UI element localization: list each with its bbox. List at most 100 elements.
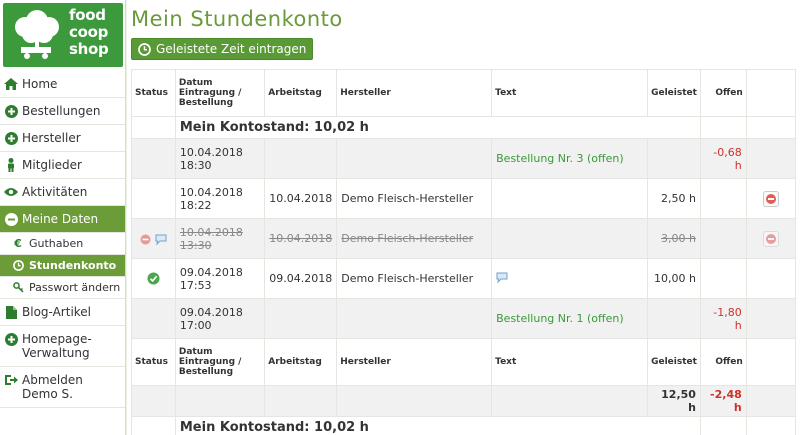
sidebar-item-label: Mitglieder xyxy=(22,158,82,172)
sidebar-item-mitglieder[interactable]: Mitglieder xyxy=(0,152,125,179)
col-geleistet: Geleistet xyxy=(647,69,701,117)
comment-icon[interactable] xyxy=(155,234,167,245)
cell-empty xyxy=(131,416,176,435)
sidebar-subitem-passwort[interactable]: Passwort ändern xyxy=(0,277,125,299)
order-link[interactable]: Bestellung Nr. 1 (offen) xyxy=(491,298,649,339)
logo-text-food: food xyxy=(69,6,106,24)
sidebar-item-label: Hersteller xyxy=(22,131,81,145)
sidebar-item-label: Blog-Artikel xyxy=(22,305,92,319)
col-offen: Offen xyxy=(699,338,747,386)
foodcoopshop-logo[interactable]: food coop shop xyxy=(3,3,123,67)
sidebar-item-label: Stundenkonto xyxy=(29,259,117,272)
order-link[interactable]: Bestellung Nr. 3 (offen) xyxy=(491,138,649,179)
offen-cell: -0,68 h xyxy=(699,138,747,179)
col-text: Text xyxy=(491,338,649,386)
col-offen: Offen xyxy=(699,69,747,117)
remove-icon xyxy=(765,193,776,204)
remove-icon xyxy=(765,233,776,244)
datum-cell: 10.04.2018 13:30 xyxy=(174,218,266,259)
sidebar-item-aktivitaeten[interactable]: Aktivitäten xyxy=(0,179,125,206)
table-row: 09.04.2018 17:53 09.04.2018 Demo Fleisch-… xyxy=(131,258,797,299)
cell-empty xyxy=(699,416,747,435)
main-content: Mein Stundenkonto Geleistete Zeit eintra… xyxy=(127,0,800,435)
sidebar-item-blog-artikel[interactable]: Blog-Artikel xyxy=(0,299,125,326)
datum-date: 10.04.2018 xyxy=(179,145,243,159)
geleistet-cell: 10,00 h xyxy=(647,258,701,299)
hersteller-cell: Demo Fleisch-Hersteller xyxy=(336,178,493,219)
offen-cell xyxy=(699,218,747,259)
sidebar-item-label: Abmelden Demo S. xyxy=(22,373,83,401)
col-hersteller: Hersteller xyxy=(336,69,493,117)
datum-time: 17:00 xyxy=(179,318,212,332)
col-arbeitstag: Arbeitstag xyxy=(264,69,338,117)
actions-cell xyxy=(745,258,797,299)
sidebar-item-abmelden[interactable]: Abmelden Demo S. xyxy=(0,367,125,408)
balance-row: Mein Kontostand: 10,02 h xyxy=(131,116,797,139)
col-datum: Datum Eintragung / Bestellung xyxy=(174,338,266,386)
sign-out-icon xyxy=(4,373,18,387)
cell-empty xyxy=(264,385,338,417)
sidebar-item-home[interactable]: Home xyxy=(0,71,125,98)
add-time-button-label: Geleistete Zeit eintragen xyxy=(156,42,307,56)
logo-text-shop: shop xyxy=(69,40,109,58)
sidebar: food coop shop Home Bestellungen Herstel… xyxy=(0,0,126,435)
offen-cell xyxy=(699,258,747,299)
datum-cell: 09.04.2018 17:00 xyxy=(174,298,266,339)
actions-cell xyxy=(745,138,797,179)
balance-row-bottom: Mein Kontostand: 10,02 h xyxy=(131,416,797,435)
sum-offen: -2,48 h xyxy=(699,385,747,417)
balance-text: Mein Kontostand: 10,02 h xyxy=(174,116,701,139)
delete-button[interactable] xyxy=(762,190,779,207)
cell-empty xyxy=(491,385,649,417)
sidebar-item-label: Bestellungen xyxy=(22,104,101,118)
page-title: Mein Stundenkonto xyxy=(131,7,343,31)
sum-row: 12,50 h -2,48 h xyxy=(131,385,797,417)
geleistet-cell: 2,50 h xyxy=(647,178,701,219)
clock-icon xyxy=(12,260,24,272)
status-cell xyxy=(131,178,176,219)
cell-empty xyxy=(131,385,176,417)
sidebar-item-homepage-verwaltung[interactable]: Homepage-Verwaltung xyxy=(0,326,125,367)
datum-time: 13:30 xyxy=(179,238,212,252)
delete-button[interactable] xyxy=(762,230,779,247)
plus-circle-icon xyxy=(4,131,18,145)
col-status: Status xyxy=(131,338,176,386)
datum-cell: 10.04.2018 18:22 xyxy=(174,178,266,219)
sidebar-item-label: Guthaben xyxy=(29,237,84,250)
col-geleistet: Geleistet xyxy=(647,338,701,386)
sidebar-item-label: Meine Daten xyxy=(22,212,99,226)
datum-date: 09.04.2018 xyxy=(179,265,243,279)
sidebar-item-label: Home xyxy=(22,77,58,91)
table-row-deleted: 10.04.2018 13:30 10.04.2018 Demo Fleisch-… xyxy=(131,218,797,259)
text-cell xyxy=(491,258,649,299)
table-footer-header-row: Status Datum Eintragung / Bestellung Arb… xyxy=(131,338,797,386)
col-text: Text xyxy=(491,69,649,117)
add-time-button[interactable]: Geleistete Zeit eintragen xyxy=(131,38,314,60)
col-actions xyxy=(745,69,797,117)
geleistet-cell xyxy=(647,298,701,339)
actions-cell xyxy=(745,298,797,339)
geleistet-cell xyxy=(647,138,701,179)
table-row: 10.04.2018 18:30 Bestellung Nr. 3 (offen)… xyxy=(131,138,797,179)
col-hersteller: Hersteller xyxy=(336,338,493,386)
sidebar-item-meine-daten[interactable]: Meine Daten xyxy=(0,206,125,233)
sidebar-nav: Home Bestellungen Hersteller Mitglieder … xyxy=(0,71,125,408)
sidebar-item-label: Homepage-Verwaltung xyxy=(22,332,92,360)
text-cell xyxy=(491,218,649,259)
person-icon xyxy=(4,158,18,172)
arbeitstag-cell xyxy=(264,298,338,339)
tree-logo-icon xyxy=(15,10,59,59)
sidebar-item-bestellungen[interactable]: Bestellungen xyxy=(0,98,125,125)
sidebar-item-label: Aktivitäten xyxy=(22,185,88,199)
key-icon xyxy=(12,282,24,294)
sidebar-subitem-stundenkonto[interactable]: Stundenkonto xyxy=(0,255,125,277)
cell-empty xyxy=(745,116,797,139)
cell-empty xyxy=(745,385,797,417)
comment-icon[interactable] xyxy=(496,272,508,283)
eye-icon xyxy=(4,185,18,199)
sidebar-item-hersteller[interactable]: Hersteller xyxy=(0,125,125,152)
actions-cell xyxy=(745,178,797,219)
offen-cell xyxy=(699,178,747,219)
sidebar-subitem-guthaben[interactable]: € Guthaben xyxy=(0,233,125,255)
actions-cell xyxy=(745,218,797,259)
